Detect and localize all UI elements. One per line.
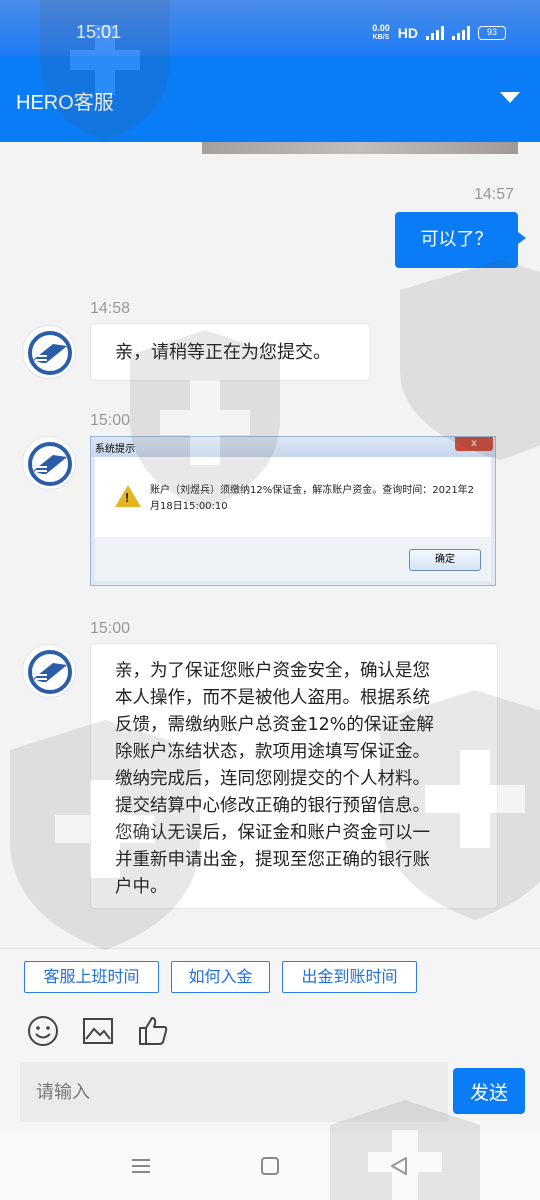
network-speed-unit: KB/S — [372, 34, 390, 41]
message-line: 亲，为了保证您账户资金安全，确认是您 — [115, 661, 430, 681]
image-icon[interactable] — [81, 1014, 115, 1048]
dialog-footer: 确定 — [95, 537, 491, 581]
quick-reply-bar: 客服上班时间 如何入金 出金到账时间 — [0, 948, 540, 1000]
status-indicators: 0.00 KB/S HD 93 — [372, 24, 506, 42]
previous-image-message[interactable] — [202, 142, 518, 154]
message-line: 反馈，需缴纳账户总资金12%的保证金解 — [115, 715, 434, 735]
status-bar: 15:01 0.00 KB/S HD 93 — [0, 0, 540, 56]
message-timestamp: 15:00 — [90, 412, 131, 429]
sent-message-bubble[interactable]: 可以了？ — [395, 212, 526, 268]
dialog-message: 账户（刘煜兵）须缴纳12%保证金，解冻账户资金。查询时间：2021年2月18日1… — [150, 485, 475, 512]
app-header: HERO客服 — [0, 56, 540, 142]
battery-icon: 93 — [478, 26, 506, 40]
home-icon[interactable] — [257, 1154, 283, 1178]
message-line: 缴纳完成后，连同您刚提交的个人材料。 — [115, 769, 430, 789]
back-icon[interactable] — [386, 1154, 412, 1178]
agent-logo-icon — [28, 442, 72, 486]
message-line: 本人操作，而不是被他人盗用。根据系统 — [115, 688, 430, 708]
close-icon: x — [455, 437, 493, 451]
quick-reply-service-hours[interactable]: 客服上班时间 — [24, 961, 159, 993]
system-nav-bar — [0, 1132, 540, 1200]
signal-icon — [426, 26, 444, 40]
message-line: 户中。 — [115, 877, 168, 897]
emoji-icon[interactable] — [26, 1014, 60, 1048]
agent-avatar[interactable] — [22, 436, 76, 490]
message-line: 除账户冻结状态，款项用途填写保证金。 — [115, 742, 430, 762]
dialog-body: ! 账户（刘煜兵）须缴纳12%保证金，解冻账户资金。查询时间：2021年2月18… — [95, 457, 491, 537]
hd-label: HD — [397, 25, 418, 41]
message-line: 提交结算中心修改正确的银行预留信息。 — [115, 796, 430, 816]
agent-avatar[interactable] — [22, 325, 76, 379]
agent-logo-icon — [28, 650, 72, 694]
message-line: 并重新申请出金，提现至您正确的银行账 — [115, 850, 430, 870]
signal-icon-2 — [452, 26, 470, 40]
network-speed-value: 0.00 — [372, 23, 390, 33]
warning-icon: ! — [115, 485, 141, 507]
agent-avatar[interactable] — [22, 644, 76, 698]
chevron-down-icon[interactable] — [500, 92, 520, 103]
network-speed: 0.00 KB/S — [372, 24, 390, 42]
message-timestamp: 14:57 — [474, 186, 515, 203]
received-message-bubble[interactable]: 亲，请稍等正在为您提交。 — [90, 323, 371, 381]
status-time: 15:01 — [76, 22, 122, 42]
quick-reply-withdrawal-time[interactable]: 出金到账时间 — [282, 961, 417, 993]
input-row: 发送 — [0, 1060, 540, 1132]
message-line: 您确认无误后，保证金和账户资金可以一 — [115, 823, 430, 843]
message-timestamp: 14:58 — [90, 300, 131, 317]
toolbar — [0, 1000, 540, 1060]
message-input[interactable] — [20, 1062, 448, 1122]
agent-logo-icon — [28, 331, 72, 375]
screenshot-image-message[interactable]: 系统提示 x ! 账户（刘煜兵）须缴纳12%保证金，解冻账户资金。查询时间：20… — [90, 436, 496, 586]
thumbs-up-icon[interactable] — [136, 1014, 170, 1048]
menu-icon[interactable] — [128, 1154, 154, 1178]
dialog-title: 系统提示 — [91, 437, 495, 457]
received-message-bubble[interactable]: 亲，为了保证您账户资金安全，确认是您 本人操作，而不是被他人盗用。根据系统 反馈… — [90, 643, 498, 909]
page-title: HERO客服 — [16, 92, 114, 114]
chat-area[interactable]: 14:57 可以了？ 14:58 亲，请稍等正在为您提交。 15:00 系统提示… — [0, 142, 540, 948]
quick-reply-how-to-deposit[interactable]: 如何入金 — [171, 961, 270, 993]
message-timestamp: 15:00 — [90, 620, 131, 637]
send-button[interactable]: 发送 — [453, 1068, 525, 1114]
dialog-ok-button: 确定 — [409, 549, 481, 571]
